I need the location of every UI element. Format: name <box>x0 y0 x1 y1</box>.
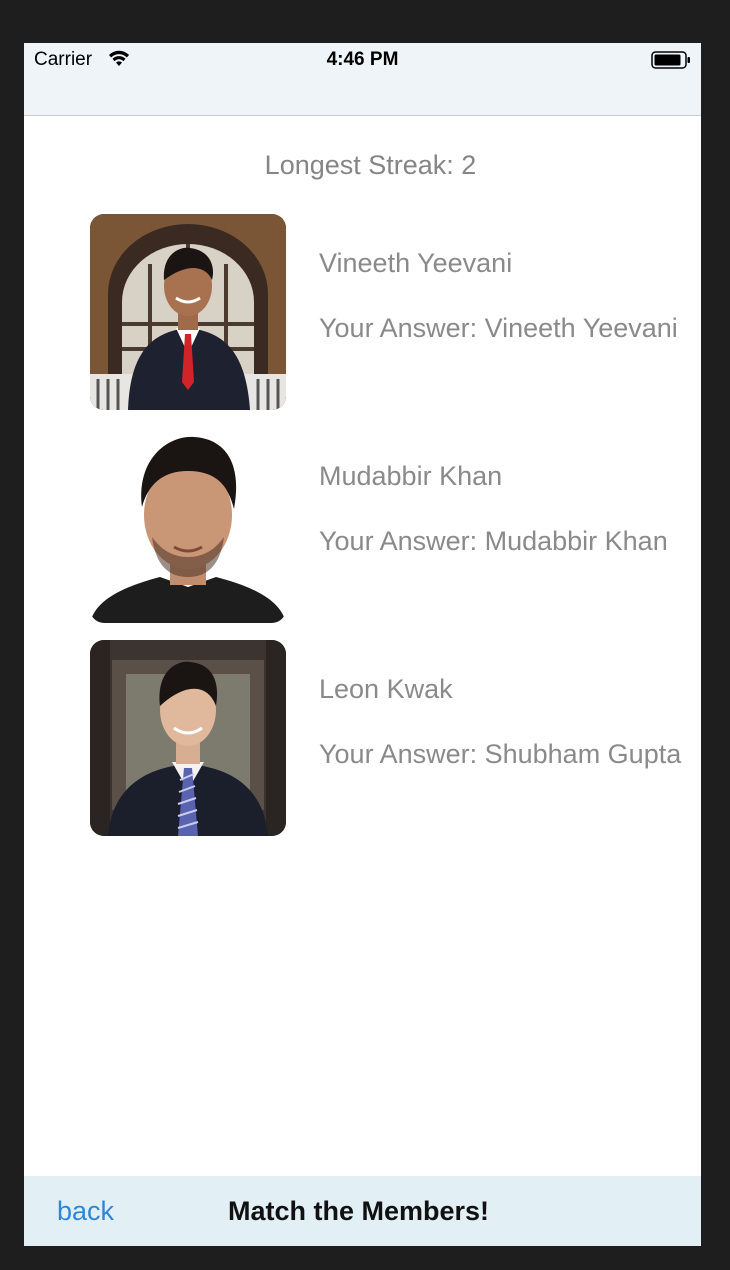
status-bar: Carrier 4:46 PM <box>24 43 701 77</box>
your-answer: Your Answer: Vineeth Yeevani <box>319 313 678 343</box>
toolbar-title: Match the Members! <box>228 1196 490 1226</box>
member-name: Mudabbir Khan <box>319 461 503 491</box>
clock: 4:46 PM <box>326 49 399 70</box>
phone-screen: Carrier 4:46 PM Longest Streak: 2 Vineet… <box>24 43 701 1246</box>
battery-icon <box>651 51 690 69</box>
result-row: Mudabbir Khan Your Answer: Mudabbir Khan <box>90 427 700 623</box>
your-answer: Your Answer: Mudabbir Khan <box>319 526 668 556</box>
result-row: Leon Kwak Your Answer: Shubham Gupta <box>90 640 700 836</box>
back-button[interactable]: back <box>57 1196 114 1227</box>
result-row: Vineeth Yeevani Your Answer: Vineeth Yee… <box>90 214 700 410</box>
bottom-toolbar: back Match the Members! <box>24 1176 701 1246</box>
member-name: Leon Kwak <box>319 674 453 704</box>
your-answer: Your Answer: Shubham Gupta <box>319 739 682 769</box>
member-name: Vineeth Yeevani <box>319 248 513 278</box>
member-photo <box>90 640 286 836</box>
navigation-bar: Carrier 4:46 PM <box>24 43 701 116</box>
longest-streak-label: Longest Streak: 2 <box>264 150 477 180</box>
member-photo <box>90 214 286 410</box>
member-photo <box>90 427 286 623</box>
